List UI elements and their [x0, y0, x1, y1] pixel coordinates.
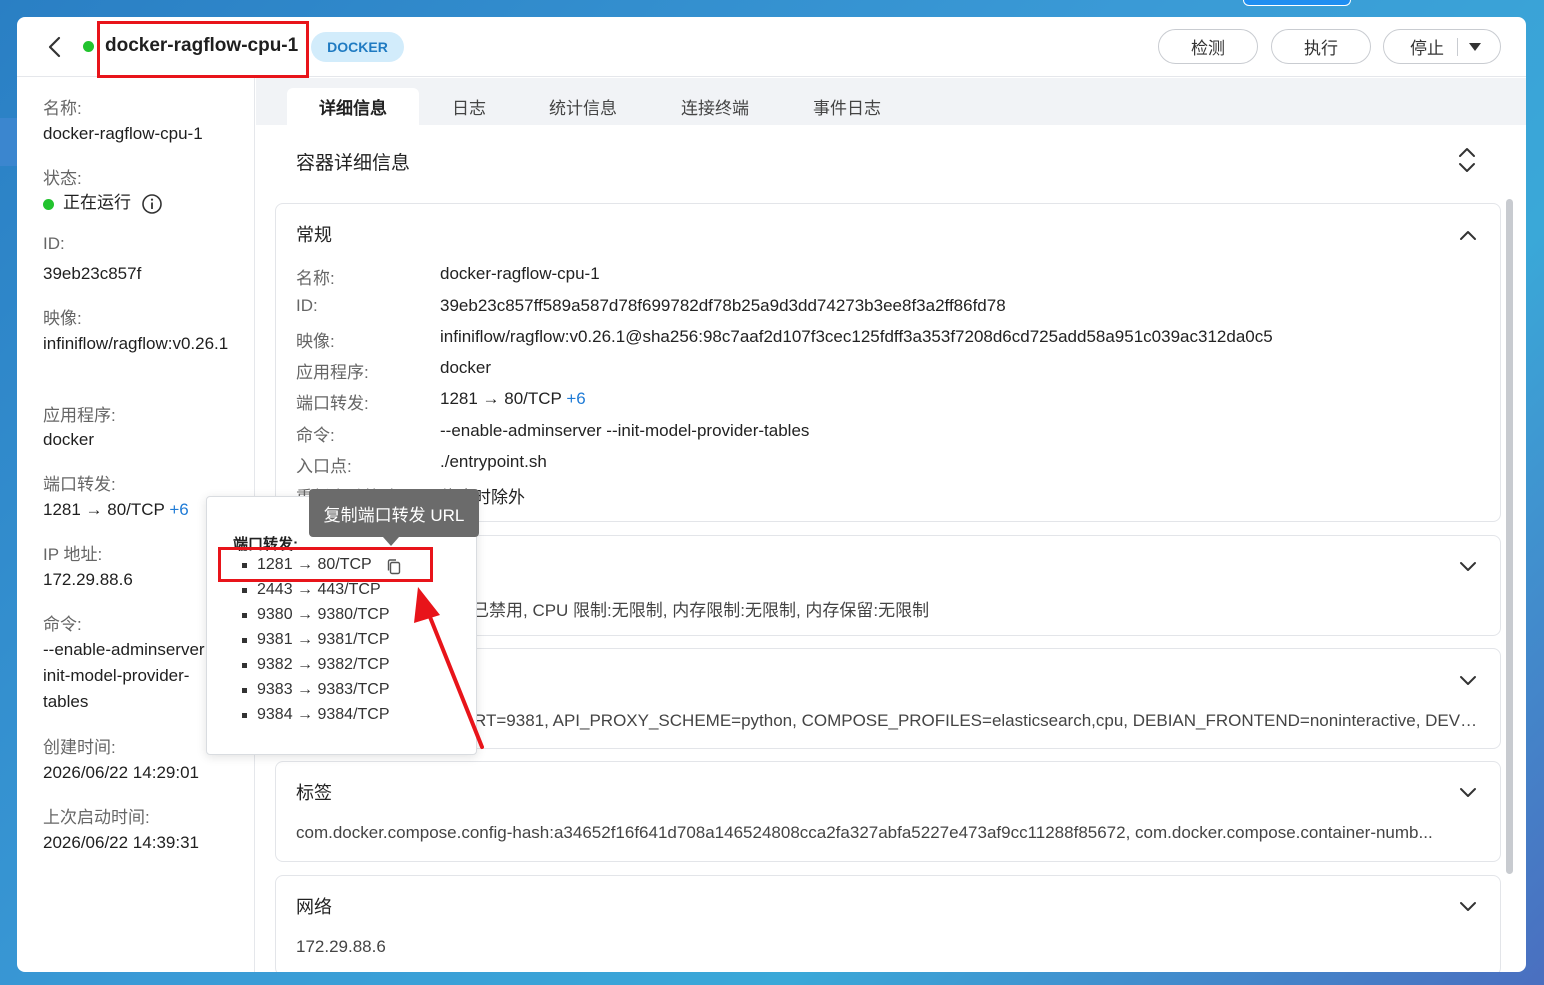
chevron-down-icon[interactable]: [1458, 560, 1478, 574]
tab-details[interactable]: 详细信息: [287, 88, 419, 125]
general-image-label: 映像:: [296, 332, 335, 351]
background-window-edge: [0, 118, 17, 166]
name-value: docker-ragflow-cpu-1: [43, 124, 203, 143]
image-label: 映像:: [43, 309, 82, 328]
tooltip-arrow: [383, 537, 399, 546]
detect-button[interactable]: 检测: [1158, 29, 1258, 64]
status-value: 正在运行: [63, 193, 131, 212]
port-more-link[interactable]: +6: [169, 500, 188, 519]
name-label: 名称:: [43, 99, 82, 118]
port-value-text: 1281 → 80/TCP: [43, 500, 165, 519]
app-value: docker: [43, 430, 95, 449]
chevron-down-icon[interactable]: [1458, 786, 1478, 800]
general-cmd-label: 命令:: [296, 426, 335, 445]
app-label: 应用程序:: [43, 406, 116, 425]
id-value: 39eb23c857f: [43, 264, 142, 283]
header: docker-ragflow-cpu-1 DOCKER 检测 执行 停止: [17, 17, 1526, 78]
docker-badge: DOCKER: [311, 32, 404, 62]
image-value: infiniflow/ragflow:v0.26.1: [43, 334, 229, 353]
general-id-label: ID:: [296, 296, 318, 315]
created-value: 2026/06/22 14:29:01: [43, 763, 199, 782]
general-app-label: 应用程序:: [296, 363, 369, 382]
port-item: 9383 → 9383/TCP: [257, 681, 390, 698]
labels-card-title: 标签: [296, 783, 332, 803]
tab-terminal[interactable]: 连接终端: [670, 88, 760, 125]
general-card: 常规 名称: docker-ragflow-cpu-1 ID: 39eb23c8…: [275, 203, 1501, 522]
port-label: 端口转发:: [43, 475, 116, 494]
copy-url-tooltip: 复制端口转发 URL: [309, 489, 479, 537]
port-item: 9384 → 9384/TCP: [257, 706, 390, 723]
tab-logs[interactable]: 日志: [436, 88, 502, 125]
title-highlight-box: [97, 21, 309, 78]
general-id-value: 39eb23c857ff589a587d78f699782df78b25a9d3…: [440, 296, 1006, 315]
resources-line: 已禁用, CPU 限制:无限制, 内存限制:无限制, 内存保留:无限制: [472, 601, 930, 620]
exec-button[interactable]: 执行: [1271, 29, 1371, 64]
general-port-value: 1281 → 80/TCP +6: [440, 389, 586, 409]
general-name-label: 名称:: [296, 269, 335, 288]
cmd-label: 命令:: [43, 615, 82, 634]
tab-bar: 详细信息 日志 统计信息 连接终端 事件日志: [256, 78, 1526, 125]
port-item: 9381 → 9381/TCP: [257, 631, 390, 648]
list-bullet: [242, 663, 247, 668]
back-arrow-icon[interactable]: [45, 35, 65, 59]
port-item: 9382 → 9382/TCP: [257, 656, 390, 673]
general-image-value: infiniflow/ragflow:v0.26.1@sha256:98c7aa…: [440, 327, 1273, 346]
environment-line: RT=9381, API_PROXY_SCHEME=python, COMPOS…: [474, 711, 1479, 730]
port-item: 9380 → 9380/TCP: [257, 606, 390, 623]
chevron-up-icon[interactable]: [1458, 228, 1478, 242]
expand-collapse-all-icon[interactable]: [1455, 146, 1479, 174]
tab-event-log[interactable]: 事件日志: [802, 88, 892, 125]
chevron-down-icon[interactable]: [1458, 900, 1478, 914]
stop-button-label: 停止: [1410, 39, 1444, 58]
network-card: 网络 172.29.88.6: [275, 875, 1501, 972]
stop-button[interactable]: 停止: [1383, 29, 1501, 64]
created-label: 创建时间:: [43, 738, 116, 757]
started-value: 2026/06/22 14:39:31: [43, 833, 199, 852]
general-entrypoint-value: ./entrypoint.sh: [440, 452, 547, 471]
general-entrypoint-label: 入口点:: [296, 457, 352, 476]
status-label: 状态:: [43, 169, 82, 188]
network-line: 172.29.88.6: [296, 937, 386, 956]
info-icon[interactable]: [141, 193, 163, 215]
general-app-value: docker: [440, 358, 492, 377]
scrollbar[interactable]: [1506, 199, 1513, 874]
list-bullet: [242, 588, 247, 593]
list-bullet: [242, 688, 247, 693]
general-card-title: 常规: [296, 225, 332, 245]
chevron-down-icon[interactable]: [1469, 43, 1481, 51]
chevron-down-icon[interactable]: [1458, 674, 1478, 688]
general-port-label: 端口转发:: [296, 394, 369, 413]
red-annotation-arrow-icon: [414, 587, 484, 749]
running-status-dot: [43, 199, 54, 210]
list-bullet: [242, 638, 247, 643]
list-bullet: [242, 713, 247, 718]
started-label: 上次启动时间:: [43, 808, 150, 827]
tab-stats[interactable]: 统计信息: [538, 88, 628, 125]
ip-label: IP 地址:: [43, 545, 103, 564]
stop-button-divider: [1457, 38, 1458, 56]
port-item-highlight-box: [218, 547, 433, 582]
port-item: 2443 → 443/TCP: [257, 581, 381, 598]
list-bullet: [242, 613, 247, 618]
general-cmd-value: --enable-adminserver --init-model-provid…: [440, 421, 810, 440]
container-detail-window: docker-ragflow-cpu-1 DOCKER 检测 执行 停止 名称:…: [17, 17, 1526, 972]
network-card-title: 网络: [296, 897, 332, 917]
cmd-value: --enable-adminserver --init-model-provid…: [43, 640, 221, 711]
background-window-tab: [1243, 0, 1351, 6]
labels-line: com.docker.compose.config-hash:a34652f16…: [296, 823, 1433, 842]
labels-card: 标签 com.docker.compose.config-hash:a34652…: [275, 761, 1501, 862]
running-status-dot: [83, 41, 94, 52]
general-name-value: docker-ragflow-cpu-1: [440, 264, 600, 283]
section-title: 容器详细信息: [296, 153, 411, 174]
general-port-more-link[interactable]: +6: [566, 389, 585, 408]
id-label: ID:: [43, 234, 65, 253]
general-port-text: 1281 → 80/TCP: [440, 389, 562, 408]
